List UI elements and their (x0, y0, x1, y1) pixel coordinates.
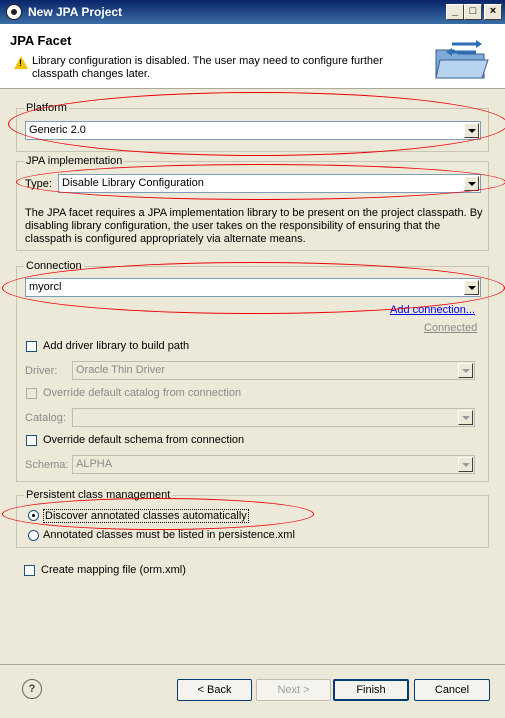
platform-label: Platform (24, 102, 69, 114)
separator (0, 664, 505, 665)
discover-label: Discover annotated classes automatically (43, 509, 249, 523)
back-button[interactable]: < Back (177, 679, 252, 701)
listed-radio[interactable] (28, 530, 39, 541)
jpa-description: The JPA facet requires a JPA implementat… (25, 207, 483, 245)
chevron-down-icon[interactable] (458, 457, 473, 472)
platform-value: Generic 2.0 (29, 124, 86, 136)
chevron-down-icon[interactable] (464, 123, 479, 138)
override-catalog-checkbox[interactable] (26, 388, 37, 399)
override-catalog-label: Override default catalog from connection (43, 387, 242, 399)
window-title: New JPA Project (28, 5, 123, 19)
persistent-class-label: Persistent class management (24, 489, 173, 501)
connected-status[interactable]: Connected (424, 322, 477, 334)
catalog-label: Catalog: (25, 412, 66, 424)
chevron-down-icon[interactable] (458, 410, 473, 425)
catalog-combo[interactable] (72, 408, 475, 427)
discover-radio[interactable] (28, 510, 39, 521)
type-label: Type: (25, 178, 52, 190)
override-schema-checkbox[interactable] (26, 435, 37, 446)
platform-combo[interactable]: Generic 2.0 (25, 121, 481, 140)
connection-value: myorcl (29, 281, 62, 293)
help-icon[interactable]: ? (22, 679, 42, 699)
create-mapping-label: Create mapping file (orm.xml) (41, 564, 186, 576)
next-button[interactable]: Next > (256, 679, 331, 701)
driver-value: Oracle Thin Driver (76, 364, 166, 376)
connection-label: Connection (24, 260, 84, 272)
page-title: JPA Facet (10, 33, 72, 48)
schema-label: Schema: (25, 459, 69, 471)
driver-label: Driver: (25, 365, 58, 377)
create-mapping-checkbox[interactable] (24, 565, 35, 576)
schema-combo[interactable]: ALPHA (72, 455, 475, 474)
listed-label: Annotated classes must be listed in pers… (43, 529, 295, 541)
override-schema-label: Override default schema from connection (43, 434, 245, 446)
maximize-button[interactable]: □ (464, 4, 482, 20)
schema-value: ALPHA (76, 458, 113, 470)
close-button[interactable]: × (484, 4, 502, 20)
connection-combo[interactable]: myorcl (25, 278, 481, 297)
type-combo[interactable]: Disable Library Configuration (58, 174, 481, 193)
chevron-down-icon[interactable] (464, 280, 479, 295)
add-driver-label: Add driver library to build path (43, 340, 190, 352)
folder-arrows-icon (435, 40, 489, 79)
add-driver-checkbox[interactable] (26, 341, 37, 352)
header-message: Library configuration is disabled. The u… (32, 55, 383, 80)
type-value: Disable Library Configuration (62, 177, 204, 189)
cancel-button[interactable]: Cancel (414, 679, 490, 701)
driver-combo[interactable]: Oracle Thin Driver (72, 361, 475, 380)
warning-icon: ! (14, 56, 28, 69)
add-connection-link[interactable]: Add connection... (390, 304, 475, 316)
chevron-down-icon[interactable] (458, 363, 473, 378)
finish-button[interactable]: Finish (333, 679, 409, 701)
chevron-down-icon[interactable] (464, 176, 479, 191)
jpa-implementation-label: JPA implementation (24, 155, 125, 167)
minimize-button[interactable]: _ (446, 4, 464, 20)
eclipse-icon (6, 4, 22, 20)
